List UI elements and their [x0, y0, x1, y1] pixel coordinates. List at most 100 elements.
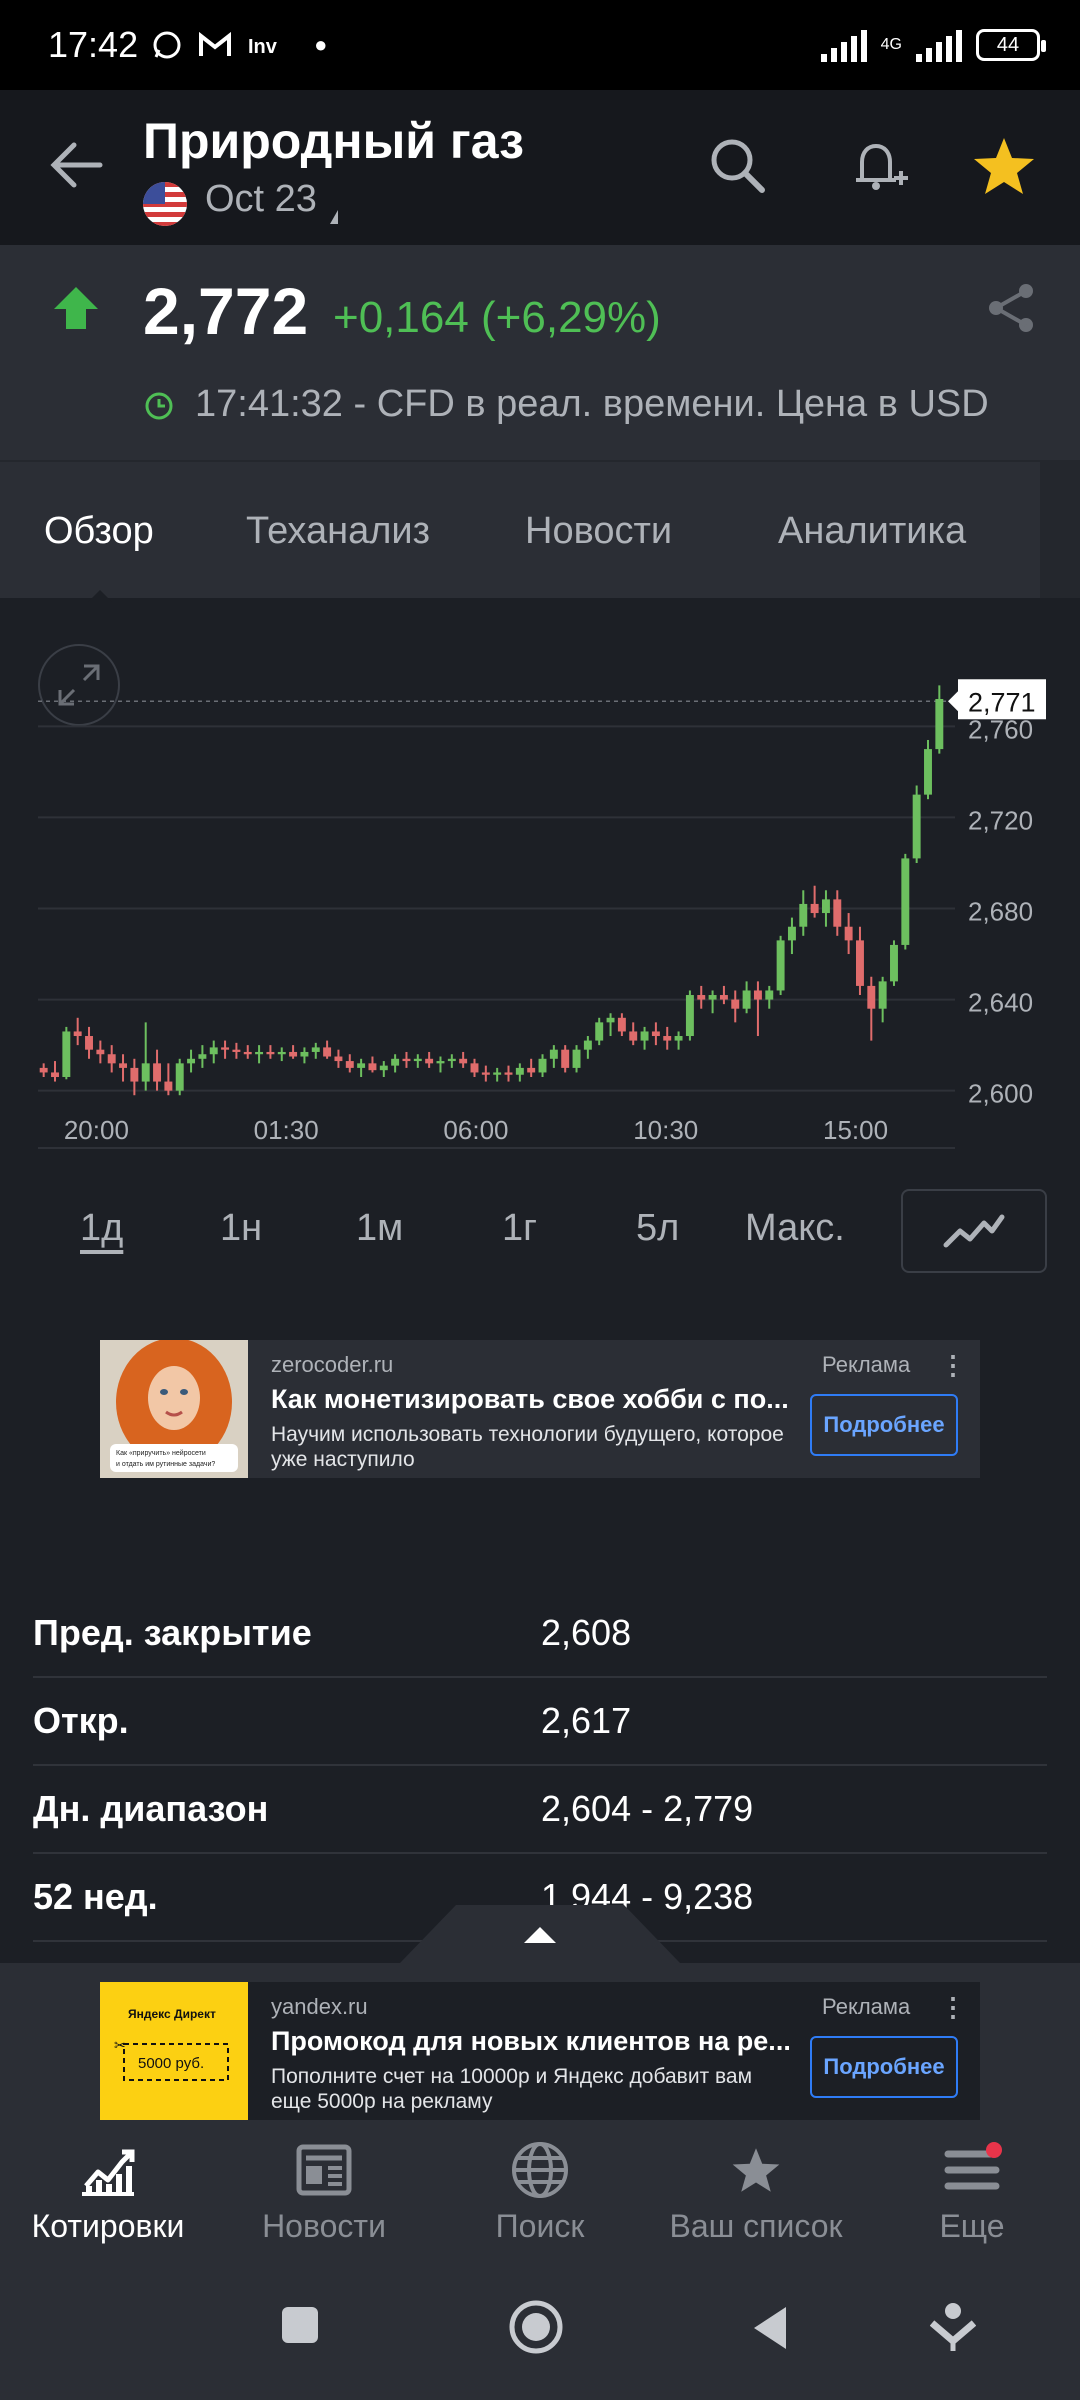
ad-label: Реклама — [822, 1994, 911, 2019]
quotes-icon — [82, 2149, 135, 2196]
candle-body — [459, 1058, 468, 1064]
hide-keyboard-icon[interactable] — [930, 2301, 976, 2353]
last-price-tag-pointer — [948, 691, 958, 712]
stat-value: 2,604 - 2,779 — [541, 1788, 754, 1829]
tab-analysis[interactable]: Аналитика — [778, 510, 966, 553]
candle-body — [391, 1058, 400, 1066]
candle-body — [266, 1051, 275, 1055]
ad-image-caption-2: и отдать им рутинные задачи? — [116, 1461, 215, 1468]
candle-body — [719, 995, 728, 1000]
period-1w[interactable]: 1н — [220, 1207, 262, 1250]
nav-search[interactable]: Поиск — [432, 2138, 648, 2245]
ad-banner-yandex[interactable]: Яндекс Директ 5000 руб. ✂ yandex.ru Рекл… — [100, 1982, 980, 2120]
candle-body — [583, 1040, 592, 1050]
expand-stats-button[interactable] — [400, 1905, 680, 1963]
candle-body — [141, 1063, 150, 1082]
candle-body — [731, 999, 740, 1009]
candle-body — [300, 1051, 309, 1057]
candle-body — [107, 1054, 116, 1064]
stat-value: 2,608 — [541, 1612, 632, 1653]
period-max[interactable]: Макс. — [745, 1207, 845, 1250]
candle-body — [368, 1063, 377, 1071]
nav-quotes[interactable]: Котировки — [0, 2138, 216, 2245]
candle-body — [85, 1036, 93, 1050]
home-icon[interactable] — [508, 2299, 564, 2355]
tab-technical[interactable]: Теханализ — [246, 510, 430, 553]
candle-body — [198, 1054, 207, 1059]
stat-label: Дн. диапазон — [33, 1788, 269, 1829]
candle-body — [447, 1058, 456, 1062]
candle-body — [742, 990, 751, 1009]
signal-icon-2 — [916, 28, 962, 62]
scissors-icon: ✂ — [114, 2037, 126, 2053]
period-1y[interactable]: 1г — [502, 1207, 537, 1250]
candle-body — [130, 1067, 139, 1082]
favorite-star-icon[interactable] — [968, 130, 1040, 202]
ad-banner-zerocoder[interactable]: Как «приручить» нейросети и отдать им ру… — [100, 1340, 980, 1478]
ad-image-portrait: Как «приручить» нейросети и отдать им ру… — [100, 1340, 248, 1478]
ad-body: Пополните счет на 10000р и Яндекс добави… — [271, 2065, 753, 2113]
candle-body — [255, 1051, 264, 1055]
candle-body — [504, 1072, 513, 1075]
candle-body — [164, 1081, 173, 1091]
candle-body — [617, 1017, 626, 1032]
clock-icon — [145, 392, 173, 420]
candle-body — [187, 1058, 196, 1064]
section-tabs: Обзор Теханализ Новости Аналитика — [0, 460, 1080, 602]
candle-body — [379, 1065, 388, 1071]
candle-body — [323, 1047, 332, 1057]
tab-overview[interactable]: Обзор — [44, 510, 154, 553]
price-chart[interactable]: 2,600 2,640 2,680 2,720 2,760 20:00 01:30 06:00… — [0, 598, 1080, 1158]
candle-body — [663, 1036, 672, 1041]
chart-type-button[interactable] — [901, 1189, 1047, 1273]
notification-dot — [986, 2142, 1002, 2158]
caret-down-icon[interactable] — [330, 210, 338, 224]
recents-icon[interactable] — [280, 2305, 320, 2345]
candle-body — [572, 1049, 581, 1068]
last-price: 2,772 — [143, 274, 309, 348]
period-1m[interactable]: 1м — [356, 1207, 403, 1250]
candle-body — [334, 1056, 343, 1062]
y-tick-label: 2,600 — [968, 1079, 1033, 1109]
nav-label: Еще — [939, 2208, 1005, 2244]
candlestick-chart[interactable]: 2,6002,6402,6802,7202,76020:00 01:30 06:00… — [0, 598, 1080, 1158]
price-block: 2,772 +0,164 (+6,29%) 17:41:32 - CFD в р… — [0, 245, 1080, 460]
nav-label: Поиск — [495, 2208, 585, 2244]
system-navigation-bar — [0, 2265, 1080, 2400]
nav-watchlist[interactable]: Ваш список — [648, 2138, 864, 2245]
period-5y[interactable]: 5л — [636, 1207, 679, 1250]
candle-body — [935, 698, 944, 750]
add-alert-icon[interactable] — [842, 130, 914, 202]
investing-icon: Inv — [248, 36, 278, 57]
tab-news[interactable]: Новости — [525, 510, 672, 553]
ad-cta-button[interactable]: Подробнее — [810, 1394, 958, 1456]
candle-body — [561, 1049, 570, 1068]
ad-domain[interactable]: zerocoder.ru — [271, 1352, 393, 1378]
candle-body — [73, 1031, 82, 1037]
ad-cta-button[interactable]: Подробнее — [810, 2036, 958, 2098]
search-icon[interactable] — [702, 130, 774, 202]
period-selector: 1д 1н 1м 1г 5л Макс. — [0, 1185, 1080, 1275]
share-icon[interactable] — [984, 281, 1038, 335]
svg-text:Inv: Inv — [248, 36, 278, 57]
ad-headline[interactable]: Промокод для новых клиентов на ре... — [271, 2026, 791, 2057]
ad-headline[interactable]: Как монетизировать свое хобби с по... — [271, 1384, 791, 1415]
ad-options-icon[interactable]: ⋮ — [940, 1992, 966, 2023]
period-1d[interactable]: 1д — [80, 1207, 123, 1250]
candle-body — [311, 1047, 320, 1052]
back-arrow-icon[interactable] — [44, 132, 110, 198]
contract-selector[interactable]: Oct 23 — [205, 178, 317, 221]
nav-news[interactable]: Новости — [216, 2138, 432, 2245]
nav-more[interactable]: Еще — [864, 2138, 1080, 2245]
instrument-title: Природный газ — [143, 113, 525, 169]
back-icon[interactable] — [750, 2305, 790, 2351]
y-tick-label: 2,640 — [968, 988, 1033, 1018]
ad-options-icon[interactable]: ⋮ — [940, 1350, 966, 1381]
candle-body — [776, 940, 785, 991]
candle-body — [243, 1051, 252, 1055]
ad-domain[interactable]: yandex.ru — [271, 1994, 368, 2020]
candle-body — [527, 1067, 536, 1073]
candle-body — [890, 944, 898, 982]
x-tick-label: 10:30 — [633, 1115, 698, 1145]
battery-icon: 44 — [976, 29, 1046, 61]
